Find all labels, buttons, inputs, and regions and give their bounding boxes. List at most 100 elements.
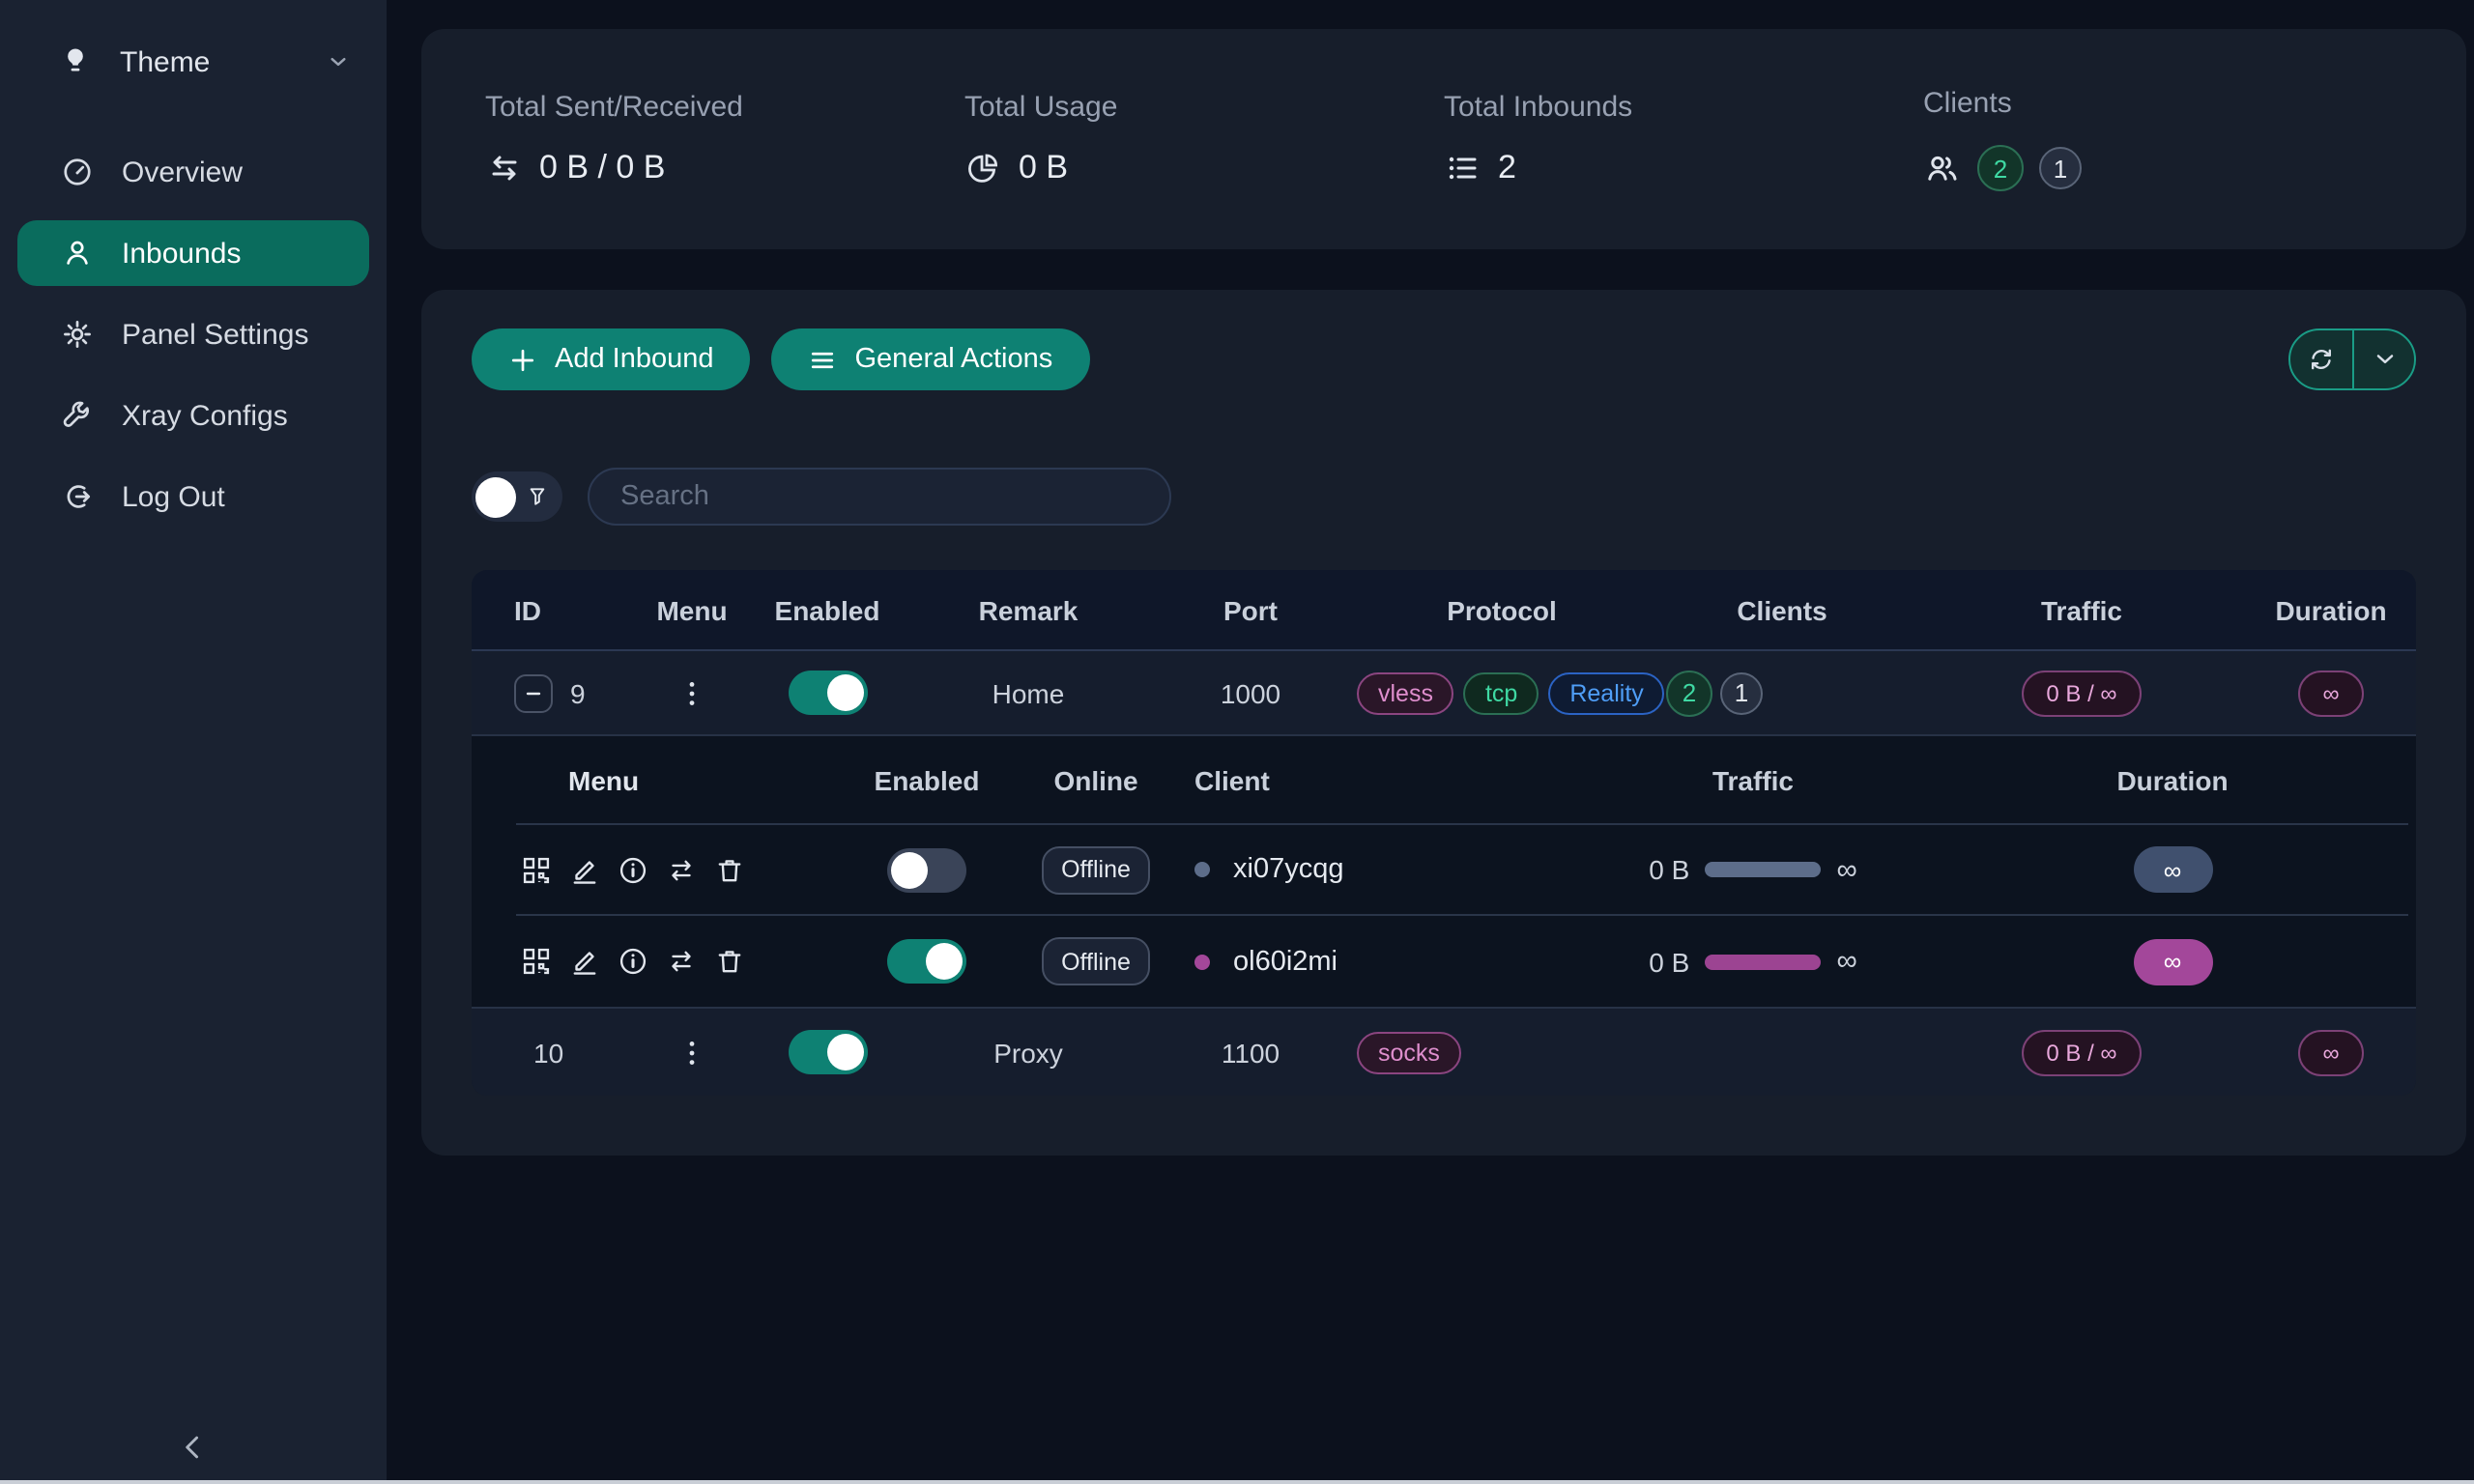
clients-active-badge: 2 (1977, 145, 2024, 191)
stat-label: Clients (1923, 87, 2402, 120)
sub-header-client: Client (1183, 764, 1569, 795)
users-icon (1923, 149, 1962, 187)
pencil-icon (568, 945, 601, 978)
header-protocol: Protocol (1357, 594, 1647, 625)
expanded-clients-section: Menu Enabled Online Client Traffic Durat… (472, 736, 2416, 1009)
stat-value: 0 B (1019, 149, 1068, 187)
general-actions-button[interactable]: General Actions (772, 328, 1090, 390)
qr-code-button[interactable] (520, 853, 553, 886)
stat-value: 2 (1498, 149, 1516, 187)
pie-chart-icon (964, 149, 1003, 187)
bottom-edge-strip (0, 1480, 2474, 1484)
toggle-knob (475, 476, 516, 517)
traffic-badge: 0 B / ∞ (2021, 670, 2142, 716)
sidebar-item-overview[interactable]: Overview (17, 139, 369, 205)
inbound-id: 10 (533, 1037, 563, 1068)
chevron-down-icon (2371, 346, 2398, 373)
client-row-ol60i2mi: Offline ol60i2mi 0 B ∞ ∞ (516, 916, 2408, 1007)
main-content: Total Sent/Received 0 B / 0 B Total Usag… (387, 0, 2474, 1484)
row-menu-button[interactable] (676, 675, 707, 710)
lightbulb-icon (58, 44, 93, 79)
wrench-icon (58, 398, 97, 433)
clients-total-badge: 1 (1720, 671, 1763, 714)
delete-button[interactable] (713, 853, 746, 886)
inbound-remark: Proxy (912, 1037, 1144, 1068)
collapse-row-button[interactable] (514, 673, 553, 712)
inbound-port: 1000 (1144, 677, 1357, 708)
inbound-row-10: 10 Proxy 1100 socks (472, 1009, 2416, 1096)
traffic-progress-bar (1705, 954, 1821, 969)
traffic-badge: 0 B / ∞ (2021, 1029, 2142, 1075)
protocol-tag-vless: vless (1357, 671, 1454, 714)
sidebar-item-log-out[interactable]: Log Out (17, 464, 369, 529)
qr-code-button[interactable] (520, 945, 553, 978)
trash-icon (713, 853, 746, 886)
kebab-menu-icon (676, 675, 707, 710)
edit-button[interactable] (568, 853, 601, 886)
inbounds-table: ID Menu Enabled Remark Port Protocol Cli… (472, 570, 2416, 1096)
info-button[interactable] (617, 853, 649, 886)
row-menu-button[interactable] (676, 1035, 707, 1070)
inbound-row-9: 9 Home 1000 vless tcp Re (472, 651, 2416, 736)
header-id: ID (472, 594, 642, 625)
sidebar-item-panel-settings[interactable]: Panel Settings (17, 301, 369, 367)
minus-icon (522, 681, 545, 704)
edit-button[interactable] (568, 945, 601, 978)
refresh-button-group (2288, 328, 2416, 390)
gear-icon (58, 317, 97, 352)
chevron-left-icon (176, 1430, 211, 1465)
reset-traffic-button[interactable] (665, 853, 698, 886)
toolbar: Add Inbound General Actions (472, 328, 2416, 390)
theme-label: Theme (120, 45, 210, 78)
reset-traffic-button[interactable] (665, 945, 698, 978)
add-inbound-button[interactable]: Add Inbound (472, 328, 751, 390)
sidebar-item-inbounds[interactable]: Inbounds (17, 220, 369, 286)
search-input[interactable] (588, 468, 1171, 526)
inbound-port: 1100 (1144, 1037, 1357, 1068)
refresh-icon (2306, 344, 2337, 375)
list-icon (1444, 149, 1482, 187)
sub-header-enabled: Enabled (845, 764, 1009, 795)
client-duration-badge: ∞ (2133, 846, 2212, 893)
qr-code-icon (520, 945, 553, 978)
theme-selector[interactable]: Theme (0, 27, 387, 97)
header-clients: Clients (1647, 594, 1917, 625)
sidebar-item-xray-configs[interactable]: Xray Configs (17, 383, 369, 448)
toggle-knob (926, 943, 963, 980)
client-row-xi07ycqg: Offline xi07ycqg 0 B ∞ ∞ (516, 825, 2408, 916)
pencil-icon (568, 853, 601, 886)
client-traffic-limit: ∞ (1836, 945, 1856, 978)
header-port: Port (1144, 594, 1357, 625)
inbounds-panel: Add Inbound General Actions (421, 290, 2466, 1156)
sidebar-collapse-button[interactable] (176, 1430, 211, 1465)
header-enabled: Enabled (742, 594, 912, 625)
inbound-enabled-toggle[interactable] (788, 671, 867, 715)
delete-button[interactable] (713, 945, 746, 978)
protocol-tag-socks: socks (1357, 1031, 1461, 1073)
sidebar-item-label: Panel Settings (122, 318, 308, 351)
duration-badge: ∞ (2297, 1029, 2364, 1075)
info-button[interactable] (617, 945, 649, 978)
trash-icon (713, 945, 746, 978)
qr-code-icon (520, 853, 553, 886)
sub-header-duration: Duration (1937, 764, 2408, 795)
refresh-button[interactable] (2290, 330, 2352, 388)
general-actions-label: General Actions (855, 344, 1053, 375)
refresh-options-button[interactable] (2352, 330, 2414, 388)
filter-toggle[interactable] (472, 471, 562, 522)
client-enabled-toggle[interactable] (887, 847, 966, 892)
transfer-arrows-icon (485, 149, 524, 187)
sidebar-item-label: Inbounds (122, 237, 241, 270)
plus-icon (508, 345, 537, 374)
stat-label: Total Sent/Received (485, 91, 964, 124)
header-remark: Remark (912, 594, 1144, 625)
toggle-knob (891, 851, 928, 888)
repeat-icon (665, 945, 698, 978)
clients-header-row: Menu Enabled Online Client Traffic Durat… (516, 736, 2408, 825)
stat-total-sent-received: Total Sent/Received 0 B / 0 B (485, 91, 964, 187)
client-enabled-toggle[interactable] (887, 939, 966, 984)
inbound-enabled-toggle[interactable] (788, 1030, 867, 1074)
stat-label: Total Inbounds (1444, 91, 1923, 124)
toggle-knob (826, 1034, 863, 1070)
sidebar: Theme Overview Inbounds (0, 0, 387, 1484)
